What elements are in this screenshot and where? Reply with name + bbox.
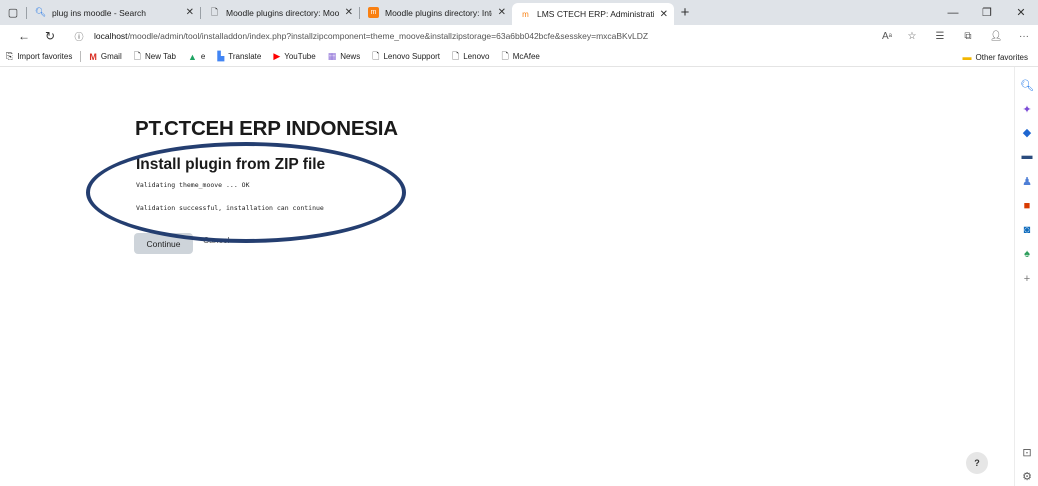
close-icon[interactable]: ✕	[345, 7, 353, 18]
bookmark-label: News	[340, 52, 361, 61]
search-icon: 🔍︎	[34, 7, 47, 17]
tab-label: Moodle plugins directory: Moov	[226, 7, 339, 18]
help-button[interactable]: ?	[966, 452, 988, 474]
validation-log-line: Validating theme_moove ... OK	[136, 181, 250, 189]
bookmark-divider	[80, 51, 82, 62]
close-icon[interactable]: ✕	[186, 7, 194, 18]
tools-briefcase-icon[interactable]: ▬	[1019, 148, 1035, 164]
bookmark-label: Lenovo Support	[383, 52, 440, 61]
page-icon: 🗋	[133, 50, 141, 61]
bookmark-label: e	[200, 52, 206, 61]
bookmark-new-tab[interactable]: 🗋 New Tab	[128, 47, 182, 67]
url-path: /moodle/admin/tool/installaddon/index.ph…	[127, 31, 649, 41]
continue-button[interactable]: Continue	[134, 233, 193, 254]
news-icon: ▦	[327, 51, 337, 61]
tab-interactive[interactable]: m Moodle plugins directory: Intera ✕	[360, 0, 512, 25]
office-icon[interactable]: ■	[1019, 198, 1035, 214]
bookmark-label: New Tab	[144, 52, 176, 61]
bookmark-label: Import favorites	[17, 52, 73, 61]
bookmark-news[interactable]: ▦ News	[322, 47, 367, 67]
close-icon[interactable]: ✕	[660, 9, 668, 20]
games-icon[interactable]: ♟	[1019, 173, 1035, 189]
validation-result-line: Validation successful, installation can …	[136, 204, 324, 212]
shopping-tag-icon[interactable]: ◆	[1019, 124, 1035, 140]
bookmark-gmail[interactable]: M Gmail	[83, 47, 127, 67]
bookmark-label: Other favorites	[975, 52, 1028, 62]
settings-gear-icon[interactable]: ⚙	[1019, 468, 1035, 484]
cancel-button[interactable]: Cancel	[203, 235, 229, 245]
page-icon: 🗋	[210, 6, 219, 17]
toolbar-actions: Aa ☆ ☰ ⧉ 👤︎ ···	[876, 25, 1038, 47]
bookmark-label: McAfee	[512, 52, 540, 61]
more-options-icon[interactable]: ···	[1010, 25, 1038, 47]
tab-label: plug ins moodle - Search	[52, 7, 147, 18]
add-icon[interactable]: +	[1019, 271, 1035, 287]
profile-icon[interactable]: 👤︎	[982, 25, 1010, 47]
tab-actions-icon[interactable]: ▢	[0, 0, 26, 25]
tab-label: LMS CTECH ERP: Administration	[537, 9, 654, 19]
page-heading: Install plugin from ZIP file	[136, 156, 326, 173]
read-aloud-icon[interactable]: Aa	[876, 25, 898, 47]
close-window-icon[interactable]: ✕	[1004, 0, 1038, 25]
page-icon: 🗋	[451, 50, 460, 61]
bookmark-lenovo-support[interactable]: 🗋 Lenovo Support	[366, 47, 446, 67]
minimize-icon[interactable]: —	[936, 0, 970, 25]
copilot-sparkle-icon[interactable]: ✦	[1019, 101, 1035, 117]
address-bar: ← ↻ ⓘ localhost/moodle/admin/tool/instal…	[0, 25, 1038, 47]
moodle-icon: m	[368, 7, 379, 18]
moodle-hat-icon: m	[522, 9, 529, 19]
hide-sidebar-icon[interactable]: ⊡	[1019, 444, 1035, 460]
bookmark-translate[interactable]: ▙ Translate	[211, 47, 267, 67]
folder-icon: ▬	[962, 52, 972, 62]
bookmark-lenovo[interactable]: 🗋 Lenovo	[446, 47, 496, 67]
bookmark-label: Lenovo	[463, 52, 490, 61]
favorites-icon[interactable]: ☰	[926, 25, 954, 47]
site-info-icon[interactable]: ⓘ	[72, 29, 86, 43]
tree-icon[interactable]: ♠	[1019, 246, 1035, 262]
other-favorites-folder[interactable]: ▬ Other favorites	[957, 47, 1034, 67]
bookmark-e[interactable]: ▲ e	[182, 47, 211, 67]
search-icon[interactable]: 🔍︎	[1019, 77, 1035, 93]
import-icon: ⎘	[6, 51, 14, 61]
refresh-icon[interactable]: ↻	[39, 25, 61, 47]
bookmark-youtube[interactable]: ▶ YouTube	[267, 47, 321, 67]
bookmark-label: Translate	[228, 52, 262, 61]
restore-icon[interactable]: ❐	[970, 0, 1004, 25]
google-drive-icon: ▲	[187, 51, 197, 62]
collections-icon[interactable]: ⧉	[954, 25, 982, 47]
url-host: localhost	[94, 31, 128, 41]
youtube-icon: ▶	[273, 51, 281, 61]
bookmark-mcafee[interactable]: 🗋 McAfee	[495, 47, 545, 67]
gmail-icon: M	[89, 51, 97, 62]
tab-moove[interactable]: 🗋 Moodle plugins directory: Moov ✕	[201, 0, 359, 25]
tab-strip: ▢ 🔍︎ plug ins moodle - Search ✕ 🗋 Moodle…	[0, 0, 1038, 25]
new-tab-button[interactable]: +	[674, 4, 696, 21]
tab-label: Moodle plugins directory: Intera	[385, 7, 492, 18]
page-icon: 🗋	[501, 50, 509, 61]
tab-search[interactable]: 🔍︎ plug ins moodle - Search ✕	[27, 0, 200, 25]
tab-lms-admin[interactable]: m LMS CTECH ERP: Administration ✕	[512, 3, 674, 25]
add-favorite-icon[interactable]: ☆	[898, 25, 926, 47]
url-field[interactable]: ⓘ localhost/moodle/admin/tool/installadd…	[72, 27, 904, 45]
page-icon: 🗋	[372, 50, 380, 61]
bookmark-import-favorites[interactable]: ⎘ Import favorites	[0, 47, 78, 67]
window-controls: — ❐ ✕	[936, 0, 1038, 25]
bookmarks-bar: ⎘ Import favorites M Gmail 🗋 New Tab ▲ e…	[0, 47, 1038, 67]
site-title: PT.CTCEH ERP INDONESIA	[135, 117, 398, 140]
translate-icon: ▙	[217, 51, 225, 61]
edge-sidebar: 🔍︎ ✦ ◆ ▬ ♟ ■ ◙ ♠ + ⊡ ⚙	[1014, 67, 1038, 486]
back-icon[interactable]: ←	[13, 25, 35, 47]
close-icon[interactable]: ✕	[498, 7, 506, 18]
bookmark-label: YouTube	[284, 52, 316, 61]
outlook-icon[interactable]: ◙	[1019, 222, 1035, 238]
bookmark-label: Gmail	[100, 52, 122, 61]
